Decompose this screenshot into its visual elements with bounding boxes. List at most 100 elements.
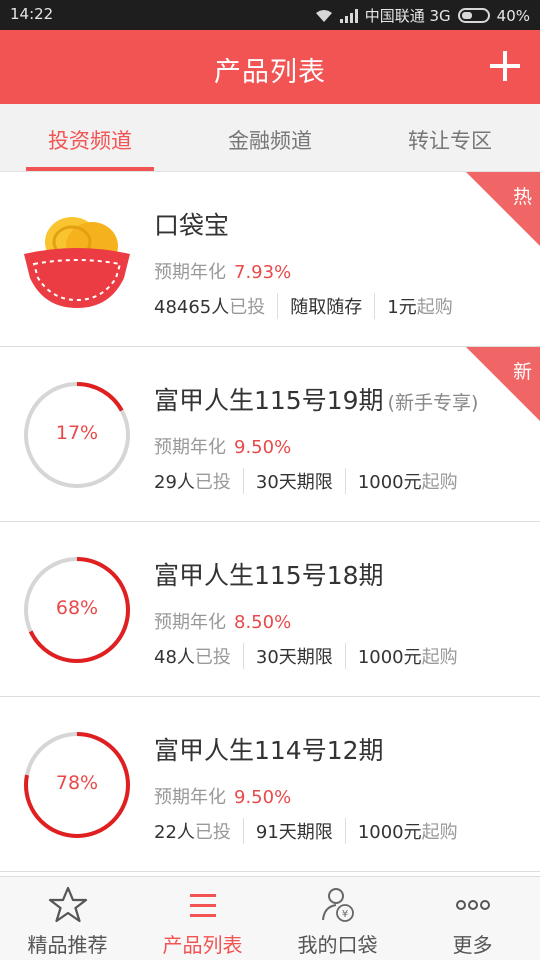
signal-icon	[339, 8, 358, 23]
tab-finance[interactable]: 金融频道	[180, 104, 360, 171]
min-amount: 1000元	[357, 472, 422, 493]
nav-label: 精品推荐	[27, 933, 108, 957]
list-icon	[135, 885, 270, 929]
tab-active-indicator	[26, 167, 154, 171]
rate-row: 预期年化 9.50%	[154, 433, 291, 459]
nav-label: 我的口袋	[297, 933, 378, 957]
user-wallet-icon: ¥	[270, 885, 405, 929]
term: 91天期限	[242, 818, 345, 844]
invested-label: 已投	[229, 297, 266, 318]
product-name: 富甲人生114号12期	[154, 731, 384, 767]
invested-count: 22人已投	[154, 818, 243, 844]
product-name: 口袋宝	[154, 206, 229, 242]
wallet-icon	[24, 217, 130, 308]
nav-my-wallet[interactable]: ¥ 我的口袋	[270, 877, 405, 960]
invested-count: 48人已投	[154, 643, 243, 669]
min-amount: 1000元	[357, 822, 422, 843]
product-name-text: 富甲人生114号12期	[154, 736, 384, 765]
bottom-nav: 精品推荐 产品列表 ¥ 我的口袋 更多	[0, 876, 540, 960]
tab-investment[interactable]: 投资频道	[0, 104, 180, 171]
tab-transfer[interactable]: 转让专区	[360, 104, 540, 171]
badge-text: 热	[512, 186, 532, 208]
product-item[interactable]: 78% 富甲人生114号12期 预期年化 9.50% 22人已投 91天期限 10…	[0, 697, 540, 872]
product-name: 富甲人生115号18期	[154, 556, 384, 592]
tab-label: 转让专区	[408, 129, 492, 153]
rate-row: 预期年化 8.50%	[154, 608, 291, 634]
rate-value: 9.50%	[234, 437, 292, 458]
min-amount: 1元	[387, 297, 417, 318]
invested-count: 29人已投	[154, 468, 243, 494]
battery-level: 40%	[496, 6, 530, 25]
rate-value: 8.50%	[234, 612, 292, 633]
more-icon	[405, 885, 540, 929]
product-name: 富甲人生115号19期 (新手专享)	[154, 381, 478, 417]
min-purchase: 1000元起购	[344, 643, 470, 669]
status-time: 14:22	[10, 5, 54, 23]
invested-label: 已投	[194, 822, 231, 843]
page-title: 产品列表	[214, 57, 326, 88]
progress-ring: 17%	[22, 380, 132, 490]
product-name-text: 口袋宝	[154, 211, 230, 240]
meta-row: 22人已投 91天期限 1000元起购	[154, 818, 470, 844]
meta-row: 48465人已投 随取随存 1元起购	[154, 293, 465, 319]
nav-more[interactable]: 更多	[405, 877, 540, 960]
min-purchase: 1000元起购	[344, 468, 470, 494]
nav-label: 更多	[452, 933, 493, 957]
hot-badge: 热	[466, 172, 540, 246]
progress-percent: 68%	[55, 597, 99, 619]
rate-label: 预期年化	[154, 612, 226, 633]
product-name-text: 富甲人生115号18期	[154, 561, 384, 590]
invested-number: 48465人	[154, 297, 230, 318]
star-icon	[0, 885, 135, 929]
battery-icon	[457, 8, 490, 23]
progress-ring: 78%	[22, 730, 132, 840]
invested-number: 29人	[154, 472, 195, 493]
product-note: (新手专享)	[387, 392, 479, 414]
min-purchase: 1元起购	[374, 293, 464, 319]
min-label: 起购	[416, 297, 453, 318]
tab-label: 金融频道	[228, 129, 312, 153]
new-badge: 新	[466, 347, 540, 421]
min-label: 起购	[421, 472, 458, 493]
term: 30天期限	[242, 643, 345, 669]
nav-featured[interactable]: 精品推荐	[0, 877, 135, 960]
min-amount: 1000元	[357, 647, 422, 668]
plus-icon[interactable]	[490, 51, 520, 81]
product-list: 口袋宝 预期年化 7.93% 48465人已投 随取随存 1元起购 热 17% 富…	[0, 172, 540, 872]
status-bar: 14:22 中国联通 3G 40%	[0, 0, 540, 30]
meta-row: 29人已投 30天期限 1000元起购	[154, 468, 470, 494]
invested-label: 已投	[194, 472, 231, 493]
badge-text: 新	[512, 361, 532, 383]
min-label: 起购	[421, 647, 458, 668]
nav-product-list[interactable]: 产品列表	[135, 877, 270, 960]
rate-value: 7.93%	[234, 262, 292, 283]
carrier-label: 中国联通 3G	[364, 7, 451, 25]
rate-label: 预期年化	[154, 787, 226, 808]
product-name-text: 富甲人生115号19期	[154, 386, 384, 415]
invested-count: 48465人已投	[154, 293, 277, 319]
invested-label: 已投	[194, 647, 231, 668]
progress-percent: 17%	[55, 422, 99, 444]
min-purchase: 1000元起购	[344, 818, 470, 844]
term: 随取随存	[277, 293, 374, 319]
wifi-icon	[315, 9, 333, 23]
svg-text:¥: ¥	[341, 909, 347, 920]
tab-label: 投资频道	[48, 129, 132, 153]
channel-tabs: 投资频道 金融频道 转让专区	[0, 104, 540, 172]
product-item[interactable]: 口袋宝 预期年化 7.93% 48465人已投 随取随存 1元起购 热	[0, 172, 540, 347]
rate-label: 预期年化	[154, 262, 226, 283]
rate-label: 预期年化	[154, 437, 226, 458]
rate-row: 预期年化 7.93%	[154, 258, 291, 284]
invested-number: 22人	[154, 822, 195, 843]
product-item[interactable]: 68% 富甲人生115号18期 预期年化 8.50% 48人已投 30天期限 10…	[0, 522, 540, 697]
nav-label: 产品列表	[162, 933, 243, 957]
app-header: 产品列表	[0, 30, 540, 104]
progress-ring: 68%	[22, 555, 132, 665]
rate-value: 9.50%	[234, 787, 292, 808]
invested-number: 48人	[154, 647, 195, 668]
rate-row: 预期年化 9.50%	[154, 783, 291, 809]
product-item[interactable]: 17% 富甲人生115号19期 (新手专享) 预期年化 9.50% 29人已投 30…	[0, 347, 540, 522]
term: 30天期限	[242, 468, 345, 494]
meta-row: 48人已投 30天期限 1000元起购	[154, 643, 470, 669]
progress-percent: 78%	[55, 772, 99, 794]
